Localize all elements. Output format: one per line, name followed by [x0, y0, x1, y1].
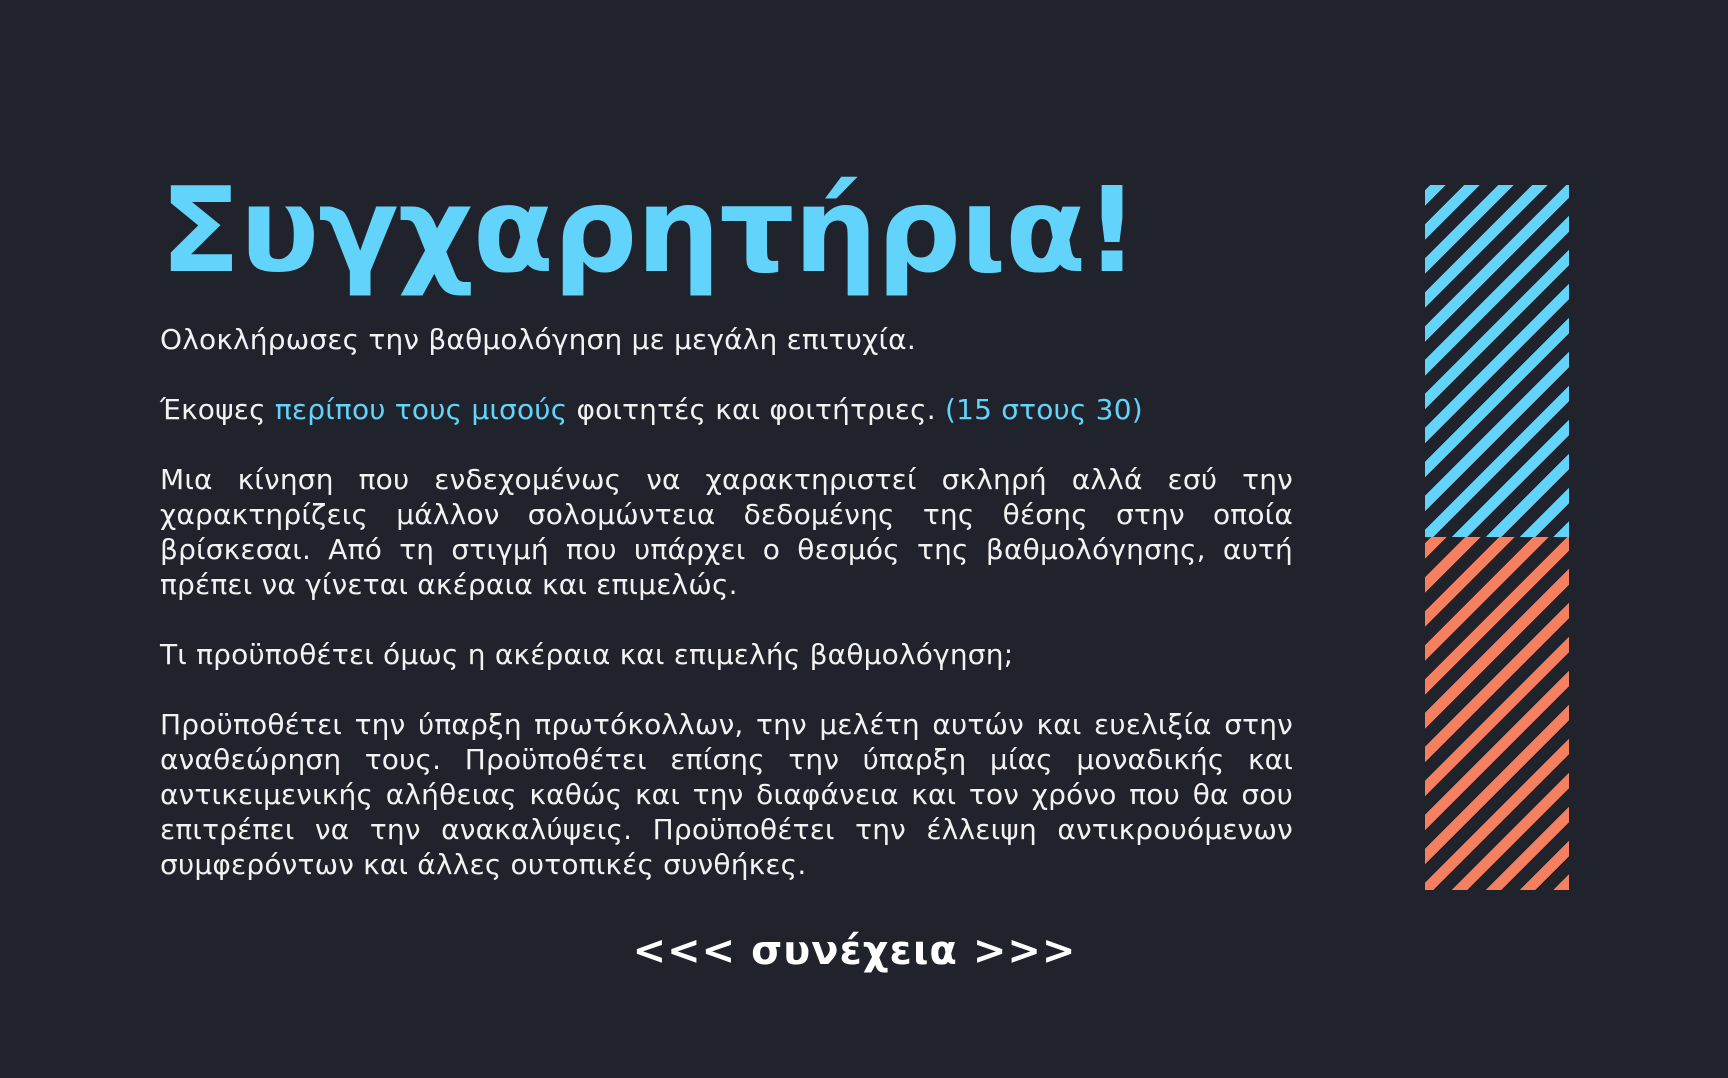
conditions-paragraph: Προϋποθέτει την ύπαρξη πρωτόκολλων, την …	[160, 708, 1293, 881]
question-paragraph: Τι προϋποθέτει όμως η ακέραια και επιμελ…	[160, 638, 1014, 671]
result-summary-middle: φοιτητές και φοιτήτριες.	[567, 393, 945, 426]
decorative-stripes	[1425, 185, 1569, 890]
orange-stripe-block	[1425, 537, 1569, 890]
message-panel: Συγχαρητήρια! Ολοκλήρωσες την βαθμολόγησ…	[160, 160, 1293, 882]
blue-stripe-block	[1425, 185, 1569, 537]
result-highlight: περίπου τους μισούς	[274, 393, 568, 426]
result-summary: Έκοψες περίπου τους μισούς φοιτητές και …	[160, 392, 1293, 427]
page-title: Συγχαρητήρια!	[160, 161, 1139, 299]
result-count: (15 στους 30)	[944, 393, 1143, 426]
completion-message: Ολοκλήρωσες την βαθμολόγηση με μεγάλη επ…	[160, 323, 916, 356]
continue-button[interactable]: <<< συνέχεια >>>	[0, 926, 1709, 976]
commentary-paragraph: Μια κίνηση που ενδεχομένως να χαρακτηρισ…	[160, 463, 1293, 601]
result-summary-prefix: Έκοψες	[160, 393, 275, 426]
